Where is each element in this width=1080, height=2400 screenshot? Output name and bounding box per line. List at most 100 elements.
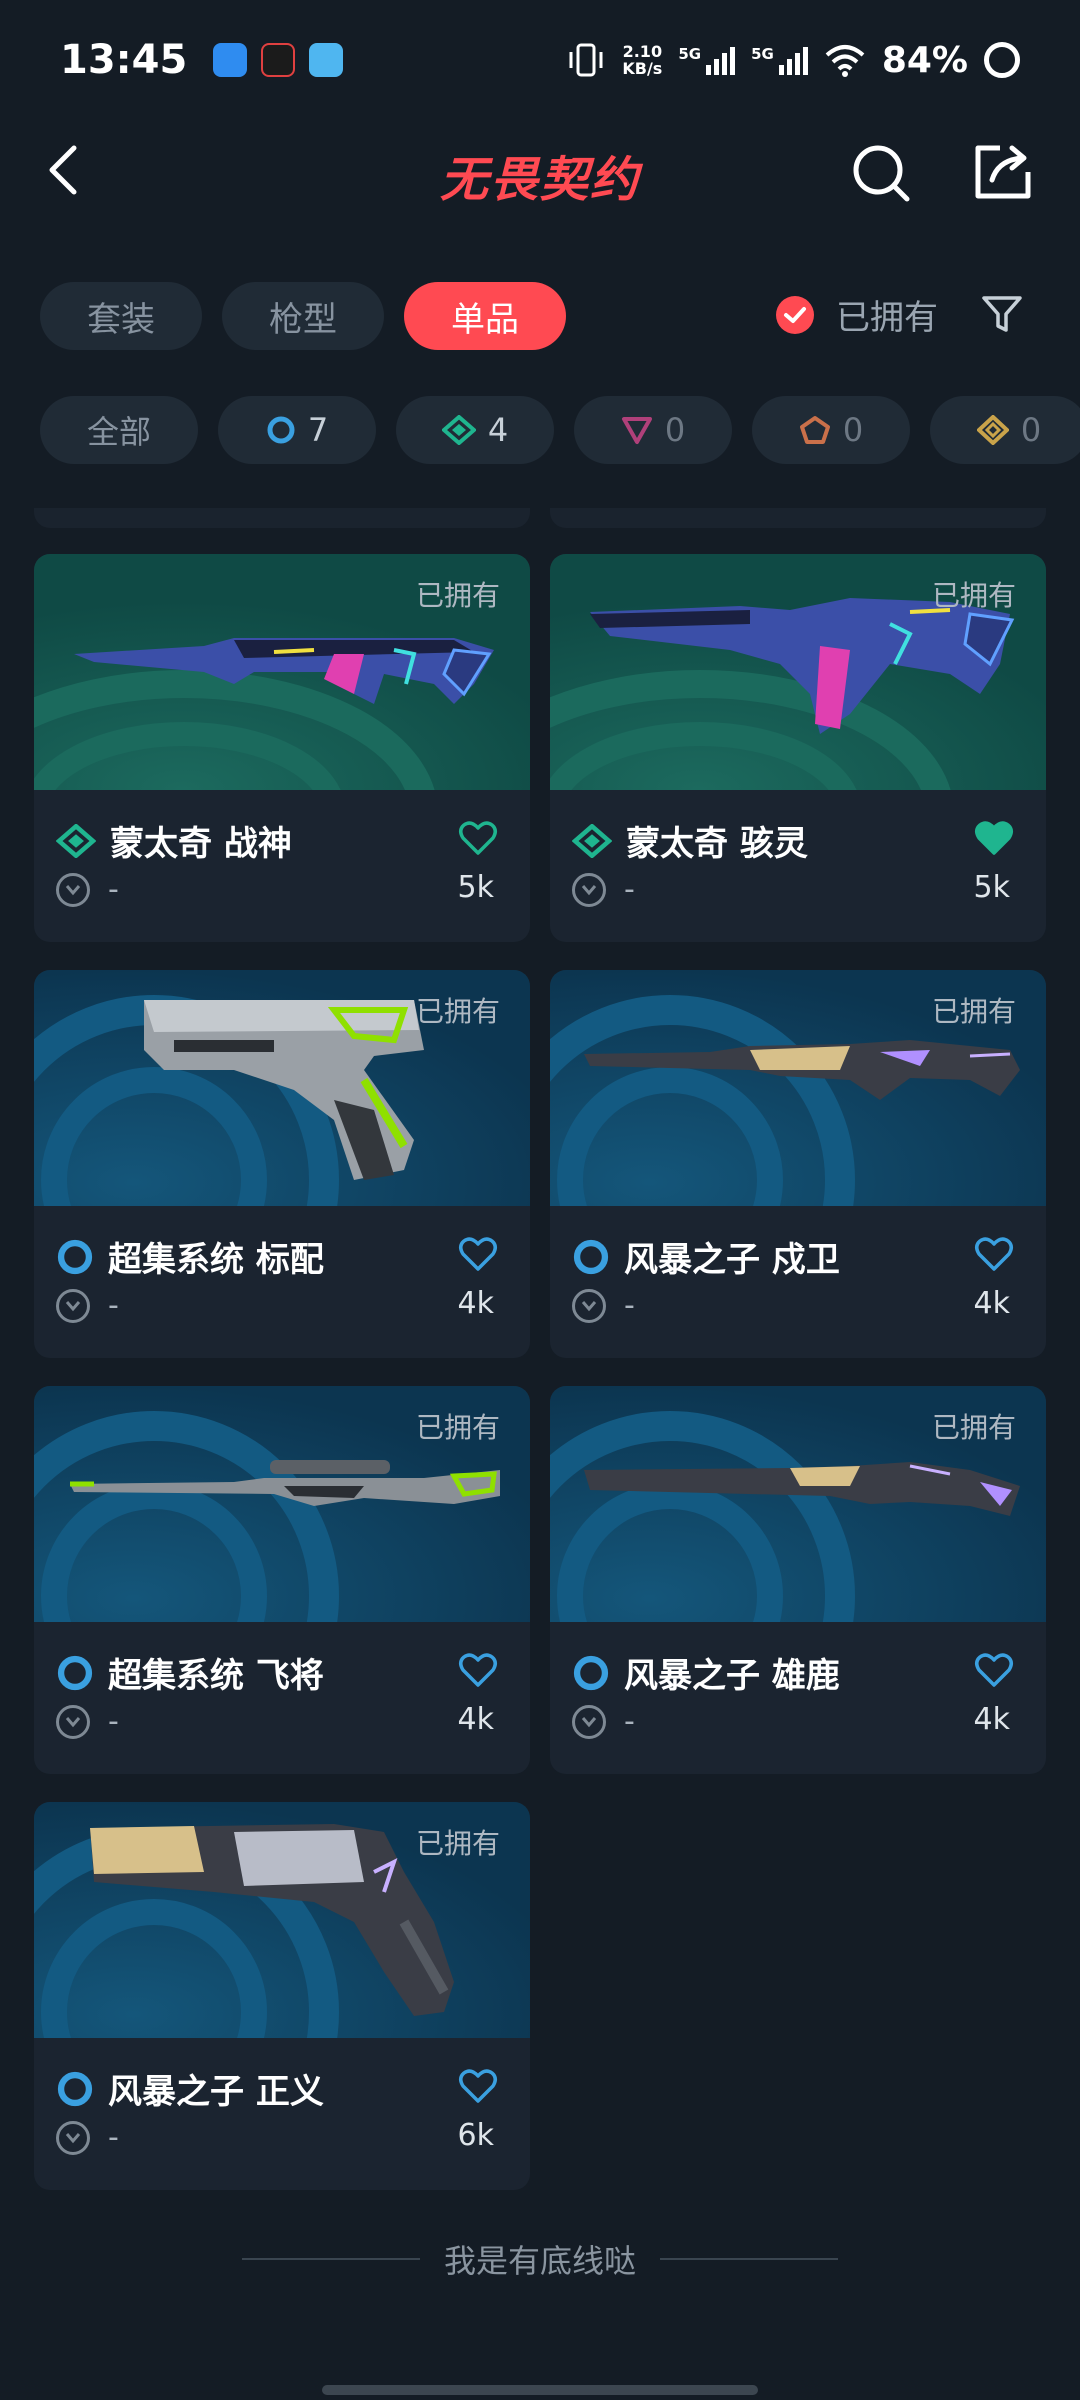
card-peek	[34, 508, 530, 528]
item-title: 风暴之子 正义	[56, 2064, 324, 2113]
tab-weapon-type[interactable]: 枪型	[222, 282, 384, 350]
item-subinfo: -	[56, 1704, 119, 1739]
signal-strength-icon: 5G	[678, 45, 736, 75]
status-time: 13:45	[60, 37, 188, 83]
status-app-icons	[213, 43, 344, 77]
owned-badge: 已拥有	[931, 579, 1016, 612]
chip-exclusive-tier[interactable]: 0	[752, 396, 910, 464]
heart-outline-icon[interactable]	[458, 1652, 498, 1688]
heart-filled-icon[interactable]	[974, 820, 1014, 856]
exclusive-tier-icon	[799, 416, 830, 444]
category-tabs: 套装 枪型 单品	[40, 282, 566, 350]
chevron-down-badge-icon	[56, 2120, 90, 2155]
deluxe-tier-icon	[56, 823, 96, 858]
ultra-tier-icon	[976, 415, 1009, 445]
battery-icon	[984, 42, 1020, 78]
item-title: 风暴之子 戍卫	[572, 1232, 840, 1281]
like-count: 6k	[457, 2118, 494, 2153]
end-of-list-footer: 我是有底线哒	[0, 2236, 1080, 2282]
net-speed-unit: KB/s	[622, 59, 663, 78]
item-name: 超集系统 标配	[108, 1240, 324, 1280]
brand-logo: 无畏契约	[439, 152, 640, 208]
chevron-down-badge-icon	[56, 1704, 90, 1739]
signal-label: 5G	[678, 45, 702, 63]
deluxe-tier-icon	[441, 415, 476, 445]
heart-outline-icon[interactable]	[458, 820, 498, 856]
item-card[interactable]: 已拥有 超集系统 飞将 - 4k	[34, 1386, 530, 1774]
chevron-down-badge-icon	[572, 872, 606, 907]
owned-badge: 已拥有	[415, 1411, 500, 1444]
heart-outline-icon[interactable]	[458, 1236, 498, 1272]
heart-outline-icon[interactable]	[974, 1236, 1014, 1272]
home-indicator[interactable]	[322, 2385, 758, 2395]
item-subinfo: -	[572, 1288, 635, 1323]
chip-premium-tier[interactable]: 0	[574, 396, 732, 464]
item-name: 风暴之子 正义	[108, 2072, 324, 2112]
app-notification-icon	[213, 43, 248, 77]
item-name: 蒙太奇 战神	[110, 824, 292, 864]
tab-single-items[interactable]: 单品	[404, 282, 566, 350]
owned-badge: 已拥有	[415, 579, 500, 612]
premium-tier-icon	[621, 417, 652, 444]
select-tier-icon	[57, 1655, 93, 1690]
app-notification-icon	[261, 43, 296, 77]
like-count: 5k	[457, 870, 494, 905]
chevron-down-badge-icon	[56, 872, 90, 907]
select-tier-icon	[573, 1239, 609, 1274]
share-icon[interactable]	[972, 140, 1034, 202]
item-sub-value: -	[108, 1704, 119, 1739]
card-peek	[550, 508, 1046, 528]
heart-outline-icon[interactable]	[458, 2068, 498, 2104]
status-bar: 13:45 2.10 KB/s 5G 5G 84%	[0, 0, 1080, 120]
like-count: 4k	[973, 1286, 1010, 1321]
heart-outline-icon[interactable]	[974, 1652, 1014, 1688]
deluxe-tier-icon	[572, 823, 612, 858]
like-count: 5k	[973, 870, 1010, 905]
item-title: 超集系统 飞将	[56, 1648, 324, 1697]
owned-filter-toggle[interactable]: 已拥有	[776, 290, 938, 339]
net-speed-value: 2.10	[622, 42, 663, 61]
item-sub-value: -	[108, 2120, 119, 2155]
net-speed: 2.10 KB/s	[622, 43, 662, 77]
item-card[interactable]: 已拥有 风暴之子 戍卫 - 4k	[550, 970, 1046, 1358]
owned-badge: 已拥有	[931, 1411, 1016, 1444]
chip-deluxe-tier[interactable]: 4	[396, 396, 554, 464]
chip-all[interactable]: 全部	[40, 396, 198, 464]
item-title: 蒙太奇 战神	[56, 816, 292, 865]
vibrate-icon	[569, 43, 603, 77]
chip-count: 0	[1020, 411, 1042, 449]
item-card[interactable]: 已拥有 蒙太奇 骇灵 - 5k	[550, 554, 1046, 942]
chevron-down-badge-icon	[56, 1288, 90, 1323]
item-sub-value: -	[108, 1288, 119, 1323]
item-title: 蒙太奇 骇灵	[572, 816, 808, 865]
item-card[interactable]: 已拥有 风暴之子 雄鹿 - 4k	[550, 1386, 1046, 1774]
filter-icon[interactable]	[980, 292, 1024, 336]
chip-ultra-tier[interactable]: 0	[930, 396, 1080, 464]
chip-select-tier[interactable]: 7	[218, 396, 376, 464]
select-tier-icon	[57, 2071, 93, 2106]
rarity-filter-chips: 全部 7 4 0 0 0	[40, 396, 1080, 464]
select-tier-icon	[573, 1655, 609, 1690]
chevron-down-badge-icon	[572, 1288, 606, 1323]
item-sub-value: -	[624, 1704, 635, 1739]
search-icon[interactable]	[850, 142, 912, 204]
select-tier-icon	[57, 1239, 93, 1274]
item-sub-value: -	[624, 872, 635, 907]
wifi-icon	[825, 45, 865, 77]
tab-bundles[interactable]: 套装	[40, 282, 202, 350]
item-title: 风暴之子 雄鹿	[572, 1648, 840, 1697]
item-card[interactable]: 已拥有 超集系统 标配 - 4k	[34, 970, 530, 1358]
chip-count: 4	[487, 411, 509, 449]
item-card[interactable]: 已拥有 蒙太奇 战神 - 5k	[34, 554, 530, 942]
item-name: 蒙太奇 骇灵	[626, 824, 808, 864]
select-tier-icon	[267, 416, 295, 444]
divider	[660, 2258, 838, 2260]
owned-filter-label: 已拥有	[836, 298, 938, 338]
chip-count: 0	[842, 411, 864, 449]
checkbox-checked-icon[interactable]	[776, 295, 814, 334]
owned-badge: 已拥有	[415, 995, 500, 1028]
chip-all-label: 全部	[86, 413, 151, 451]
end-of-list-text: 我是有底线哒	[443, 2242, 636, 2280]
item-card[interactable]: 已拥有 风暴之子 正义 - 6k	[34, 1802, 530, 2190]
like-count: 4k	[457, 1286, 494, 1321]
